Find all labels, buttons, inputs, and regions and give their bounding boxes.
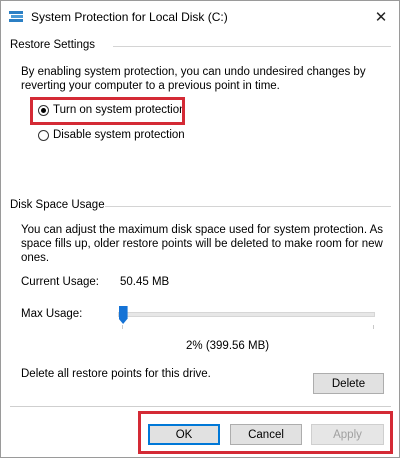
window-title: System Protection for Local Disk (C:) xyxy=(31,10,228,24)
restore-settings-description: By enabling system protection, you can u… xyxy=(21,66,366,92)
slider-tick xyxy=(122,325,123,329)
slider-tick xyxy=(373,325,374,329)
slider-thumb[interactable] xyxy=(118,306,128,324)
disk-space-heading: Disk Space Usage xyxy=(10,199,105,211)
restore-settings-divider xyxy=(113,46,391,47)
delete-restore-points-text: Delete all restore points for this drive… xyxy=(21,368,211,380)
highlight-box-option xyxy=(30,97,185,125)
radio-disable-protection[interactable]: Disable system protection xyxy=(38,129,185,141)
footer-divider xyxy=(10,406,391,407)
title-bar[interactable]: System Protection for Local Disk (C:) ✕ xyxy=(1,1,399,33)
system-protection-dialog: System Protection for Local Disk (C:) ✕ … xyxy=(0,0,400,458)
max-usage-value: 2% (399.56 MB) xyxy=(186,340,270,352)
slider-track[interactable] xyxy=(118,312,375,317)
restore-settings-heading: Restore Settings xyxy=(10,39,96,51)
close-button[interactable]: ✕ xyxy=(363,1,399,33)
current-usage-label: Current Usage: xyxy=(21,276,99,288)
disk-space-description: You can adjust the maximum disk space us… xyxy=(21,224,384,264)
disk-space-divider xyxy=(105,206,391,207)
delete-button[interactable]: Delete xyxy=(313,373,384,394)
radio-unselected-icon xyxy=(38,129,49,141)
close-icon: ✕ xyxy=(374,9,388,26)
max-usage-label: Max Usage: xyxy=(21,308,83,320)
current-usage-value: 50.45 MB xyxy=(120,276,170,288)
system-properties-icon xyxy=(9,11,23,22)
highlight-box-buttons xyxy=(138,411,393,454)
